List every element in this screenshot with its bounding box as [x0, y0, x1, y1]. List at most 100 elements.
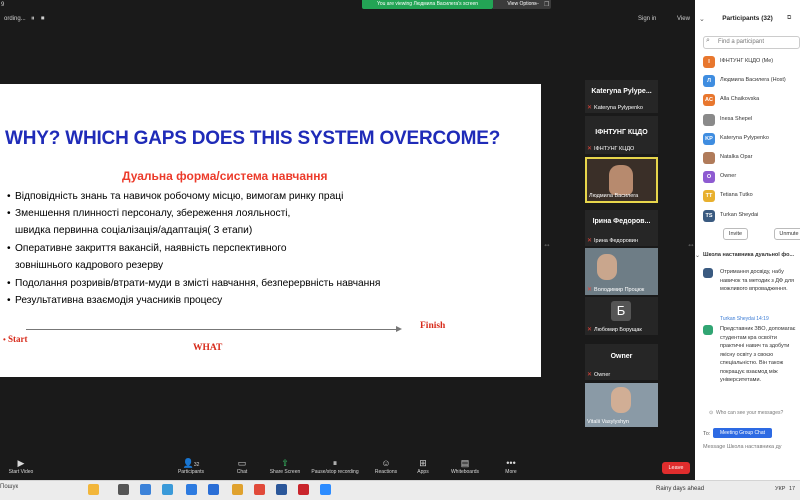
video-thumbnail[interactable]: Kateryna Pylype... ✕ Kateryna Pylypenko [585, 80, 658, 113]
participant-video [609, 165, 633, 195]
avatar [703, 268, 713, 278]
active-speaker-thumbnail[interactable]: Людмила Василега [585, 157, 658, 203]
stop-icon[interactable]: ⏹ [41, 15, 45, 23]
edge-icon[interactable] [140, 484, 151, 495]
slide-bullet: • Зменшення плинності персоналу, збережен… [7, 208, 291, 219]
chat-input[interactable]: Message Школа наставника ду [703, 444, 800, 454]
sign-in-link[interactable]: Sign in [638, 16, 656, 22]
participant-name: Людмила Василега (Host) [720, 77, 786, 84]
more-icon: ••• [506, 458, 516, 468]
start-label: Start [8, 334, 28, 344]
leave-button[interactable]: Leave [662, 462, 690, 474]
avatar: O [703, 171, 715, 184]
start-video-button[interactable]: ▶ Start Video [5, 458, 37, 475]
participant-row[interactable]: TT Tetiana Tutko [703, 188, 800, 204]
chat-title: Школа наставника дуальної фо... [703, 252, 795, 258]
chevron-down-icon[interactable]: ⌄ [699, 15, 705, 23]
avatar: KP [703, 132, 715, 145]
language-indicator[interactable]: УКР [775, 486, 785, 492]
apps-button[interactable]: ⊞ Apps [413, 458, 433, 475]
participant-row[interactable]: І ІФНТУНГ КЦДО (Me) [703, 54, 800, 70]
minimize-icon[interactable]: — [533, 1, 539, 7]
start-marker: • [3, 335, 6, 344]
participant-row[interactable]: KP Kateryna Pylypenko [703, 131, 800, 147]
taskbar-search[interactable]: Пошук [0, 484, 18, 490]
avatar: Л [703, 75, 715, 88]
participant-row[interactable]: Inesa Shepel [703, 112, 800, 128]
participant-name: Natalka Opar [720, 154, 753, 160]
files-icon[interactable] [232, 484, 243, 495]
slide-bullet: • Оперативне закриття вакансій, наявність… [7, 243, 287, 254]
participant-row[interactable]: TS Turkan Sheydai [703, 208, 800, 224]
chrome-icon[interactable] [254, 484, 265, 495]
splitter-handle[interactable]: ⇔ [543, 240, 551, 249]
chevron-down-icon[interactable]: ⌄ [695, 252, 700, 259]
participant-name: Owner [720, 173, 737, 180]
outlook-icon[interactable] [208, 484, 219, 495]
participants-button[interactable]: 👤32 Participants [175, 458, 207, 475]
reactions-button[interactable]: ☺ Reactions [372, 458, 400, 475]
avatar: TS [703, 209, 715, 222]
task-view-icon[interactable] [118, 484, 129, 495]
weather-widget[interactable]: Rainy days ahead [656, 486, 704, 492]
share-screen-icon: ⇧ [281, 458, 289, 468]
popout-icon[interactable]: ⧉ [787, 15, 791, 22]
whiteboards-button[interactable]: ▤ Whiteboards [447, 458, 483, 475]
arrow-head [396, 326, 402, 332]
splitter-handle[interactable]: ⇔ [687, 240, 695, 249]
slide-bullet-continuation: зовнішнього кадрового резерву [15, 260, 164, 271]
meeting-top-bar: 9 ording... ⏸ ⏹ Sign in View [0, 0, 695, 40]
clock[interactable]: 17 [789, 486, 795, 492]
chat-sender: Turkan Sheydai 14:19 [720, 316, 769, 322]
participant-name: Kateryna Pylypenko [720, 134, 769, 141]
video-thumbnail[interactable]: Owner ✕ Owner [585, 344, 658, 380]
wps-icon[interactable] [298, 484, 309, 495]
store-icon[interactable] [186, 484, 197, 495]
slide-subtitle: Дуальна форма/система навчання [122, 169, 328, 183]
participants-icon: 👤32 [182, 458, 200, 468]
participant-row[interactable]: O Owner [703, 169, 800, 185]
chat-message: Представник ЗВО, допомагає студентам кра… [720, 326, 796, 383]
video-thumbnail[interactable]: Vitalii Vasylyshyn [585, 383, 658, 427]
word-icon[interactable] [276, 484, 287, 495]
video-thumbnail[interactable]: Б ✕ Любомир Борущак [585, 297, 658, 335]
pause-recording-button[interactable]: ⏸ Pause/stop recording [308, 458, 362, 475]
invite-button[interactable]: Invite [723, 228, 748, 240]
participant-name: Tetiana Tutko [720, 192, 753, 199]
recipient-selector[interactable]: Meeting Group Chat [713, 428, 772, 438]
more-button[interactable]: ••• More [502, 458, 520, 475]
participant-row[interactable]: AC Alla Chaikovska [703, 92, 800, 108]
view-button[interactable]: View [677, 16, 690, 22]
share-screen-button[interactable]: ⇧ Share Screen [265, 458, 305, 475]
participant-row[interactable]: Natalka Opar [703, 150, 800, 166]
avatar: І [703, 56, 715, 68]
video-thumbnail[interactable]: ІФНТУНГ КЦДО ✕ ІФНТУНГ КЦДО [585, 116, 658, 154]
to-label: To: [703, 431, 711, 437]
video-thumbnail[interactable]: Ірина Федоров... ✕ Ірина Федоровин [585, 210, 658, 246]
zoom-icon[interactable] [320, 484, 331, 495]
participant-name: Inesa Shepel [720, 115, 753, 122]
slide-bullet: • Відповідність знань та навичок робочому… [7, 191, 344, 202]
avatar: AC [703, 94, 715, 107]
participant-search-input[interactable]: Find a participant [703, 36, 800, 49]
smile-icon: ☺ [381, 458, 391, 468]
finish-label: Finish [420, 321, 446, 331]
slide-title: WHY? WHICH GAPS DOES THIS SYSTEM OVERCOM… [5, 128, 501, 149]
chat-message: Отримання досвіду, набу навичок та метод… [720, 269, 795, 292]
participant-row[interactable]: Л Людмила Василега (Host) [703, 73, 800, 89]
pause-icon[interactable]: ⏸ [31, 15, 35, 23]
restore-icon[interactable]: ❐ [544, 1, 549, 8]
chat-button[interactable]: ▭ Chat [232, 458, 252, 475]
explorer-icon[interactable] [162, 484, 173, 495]
who-can-see-link[interactable]: Who can see your messages? [716, 410, 783, 416]
view-options-button[interactable]: View Options [493, 0, 551, 9]
participant-name: ІФНТУНГ КЦДО (Me) [720, 58, 774, 64]
recording-indicator[interactable]: ording... [4, 16, 26, 22]
video-thumbnail[interactable]: ✕ Володимир Процюк [585, 248, 658, 295]
unmute-button[interactable]: Unmute [774, 228, 800, 240]
muted-mic-icon: ✕ [587, 105, 593, 111]
participant-name: Alla Chaikovska [720, 96, 760, 103]
participant-name: Turkan Sheydai [720, 211, 759, 218]
widgets-icon[interactable] [88, 484, 99, 495]
slide-bullet: • Результативна взаємодія учасників проце… [7, 295, 223, 306]
